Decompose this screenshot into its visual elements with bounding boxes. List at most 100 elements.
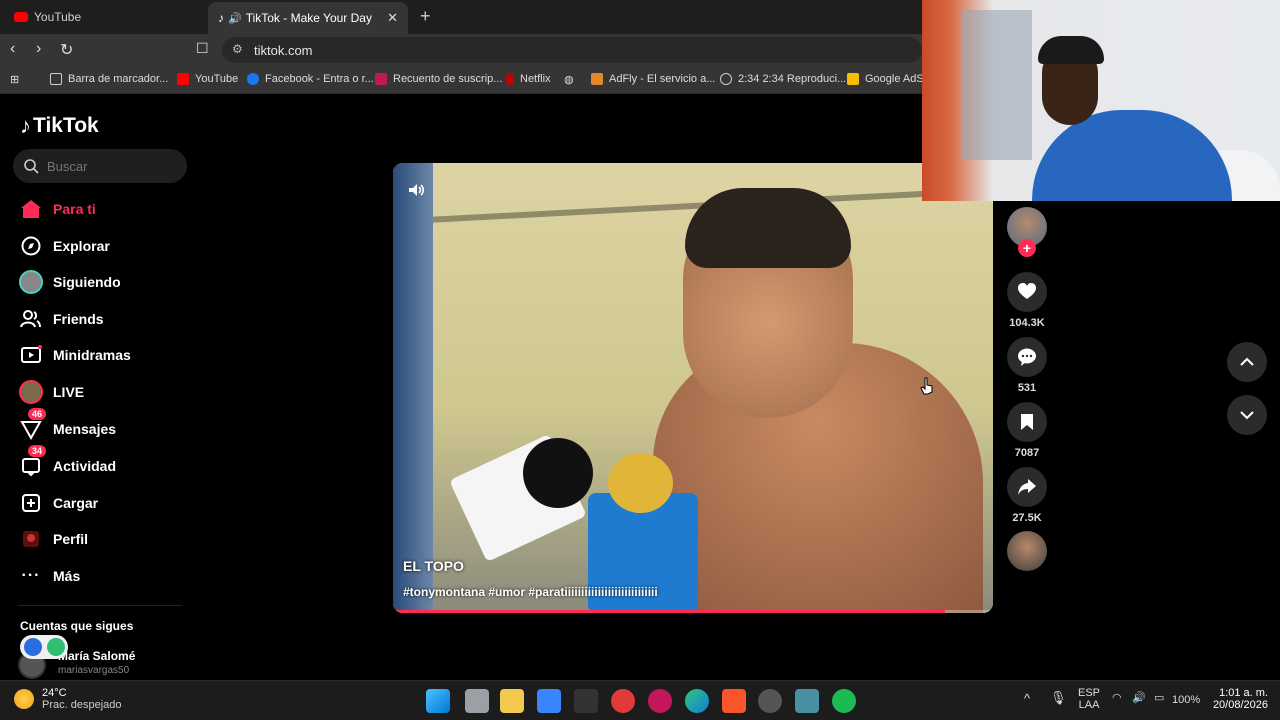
progress-fill: [393, 610, 945, 613]
like-count: 104.3K: [1009, 317, 1045, 329]
wifi-icon[interactable]: ◠: [1112, 691, 1122, 704]
microphone-icon[interactable]: 🎙: [1050, 690, 1067, 706]
facebook-icon: [247, 73, 259, 85]
task-view-icon[interactable]: [465, 689, 489, 713]
upload-icon: [18, 490, 44, 516]
search-box[interactable]: [13, 149, 187, 183]
reload-button[interactable]: ↻: [60, 40, 73, 60]
app-icon[interactable]: [648, 689, 672, 713]
app-icon[interactable]: [795, 689, 819, 713]
edge-icon[interactable]: [685, 689, 709, 713]
activity-badge: 34: [28, 445, 47, 457]
volume-icon[interactable]: 🔊: [1132, 691, 1146, 704]
video-frame: [608, 453, 673, 513]
address-bar[interactable]: ⚙ tiktok.com: [222, 37, 922, 63]
app-icon[interactable]: [574, 689, 598, 713]
nav-para-ti[interactable]: Para ti: [18, 194, 188, 224]
bookmark-item[interactable]: Facebook - Entra o r...: [247, 73, 374, 85]
back-button[interactable]: ‹: [10, 40, 15, 58]
adsense-icon: [847, 73, 859, 85]
nav-live[interactable]: LIVE: [18, 377, 188, 407]
system-clock[interactable]: 1:01 a. m. 20/08/2026: [1208, 687, 1268, 711]
tab-label: YouTube: [34, 10, 82, 24]
friends-icon: [18, 306, 44, 332]
comment-count: 531: [1017, 382, 1037, 394]
nav-perfil[interactable]: Perfil: [18, 524, 188, 554]
chevron-up-icon[interactable]: ^: [1024, 691, 1030, 706]
extension-pill[interactable]: [20, 635, 68, 659]
weather-widget[interactable]: 24°C Prac. despejado: [14, 687, 122, 711]
comment-button[interactable]: [1007, 337, 1047, 377]
profile-icon: [18, 526, 44, 552]
next-video-button[interactable]: [1227, 395, 1267, 435]
site-info-icon[interactable]: ⚙: [232, 42, 243, 56]
nav-friends[interactable]: Friends: [18, 304, 188, 334]
save-button[interactable]: [1007, 402, 1047, 442]
webcam-person: [1038, 36, 1104, 64]
url-text: tiktok.com: [254, 42, 313, 58]
share-count: 27.5K: [1012, 512, 1042, 524]
globe-icon[interactable]: ◍: [564, 73, 574, 86]
tab-youtube[interactable]: YouTube: [4, 4, 204, 30]
tiktok-icon: ♪: [218, 11, 224, 25]
hand-cursor-icon: [920, 377, 933, 395]
webcam-overlay: [922, 0, 1280, 201]
messages-badge: 46: [28, 408, 47, 420]
save-count: 7087: [1014, 447, 1040, 459]
start-icon[interactable]: [426, 689, 450, 713]
bookmark-item[interactable]: Google AdSe: [847, 73, 930, 85]
app-icon[interactable]: [611, 689, 635, 713]
share-button[interactable]: [1007, 467, 1047, 507]
follow-plus-icon[interactable]: +: [1018, 239, 1036, 257]
bookmark-item[interactable]: 2:34 2:34 Reproduci...: [720, 73, 846, 85]
bookmark-icon[interactable]: ☐: [196, 40, 209, 57]
netflix-icon: [506, 73, 514, 85]
search-input[interactable]: [47, 158, 167, 174]
video-player[interactable]: EL TOPO #tonymontana #umor #paratiiiiiii…: [393, 163, 993, 613]
app-icon[interactable]: [758, 689, 782, 713]
nav-explorar[interactable]: Explorar: [18, 231, 188, 261]
video-progress-bar[interactable]: [393, 610, 993, 613]
forward-button[interactable]: ›: [36, 40, 41, 58]
nav-minidramas[interactable]: Minidramas: [18, 340, 188, 370]
spotify-icon[interactable]: [832, 689, 856, 713]
adfly-icon: [591, 73, 603, 85]
following-accounts-title: Cuentas que sigues: [20, 619, 134, 633]
music-disc[interactable]: [1007, 531, 1047, 571]
battery-icon[interactable]: ▭: [1154, 691, 1164, 704]
nav-cargar[interactable]: Cargar: [18, 488, 188, 518]
nav-actividad[interactable]: 34 Actividad: [18, 445, 188, 481]
video-author[interactable]: EL TOPO: [403, 558, 464, 574]
file-explorer-icon[interactable]: [500, 689, 524, 713]
new-tab-button[interactable]: +: [420, 6, 431, 27]
tiktok-logo[interactable]: ♪ TikTok: [20, 113, 99, 139]
language-indicator[interactable]: ESP LAA: [1078, 687, 1100, 711]
bookmark-icon: [1021, 414, 1033, 430]
bookmark-item[interactable]: YouTube: [177, 73, 238, 85]
more-icon: ···: [21, 567, 41, 584]
brave-icon[interactable]: [722, 689, 746, 713]
video-caption[interactable]: #tonymontana #umor #paratiiiiiiiiiiiiiii…: [403, 585, 658, 599]
nav-mas[interactable]: ··· Más: [18, 561, 188, 591]
store-icon[interactable]: [537, 689, 561, 713]
tab-tiktok[interactable]: ♪ 🔊 TikTok - Make Your Day ✕: [208, 2, 408, 34]
bookmark-item[interactable]: Recuento de suscrip...: [375, 73, 502, 85]
apps-icon[interactable]: ⊞: [10, 73, 19, 86]
bookmark-item[interactable]: Netflix: [506, 73, 551, 85]
bookmark-item[interactable]: AdFly - El servicio a...: [591, 73, 715, 85]
close-icon[interactable]: ✕: [387, 10, 398, 26]
webcam-background: [962, 10, 1032, 160]
volume-icon[interactable]: [407, 181, 425, 199]
account-name: María Salomé: [58, 649, 136, 663]
previous-video-button[interactable]: [1227, 342, 1267, 382]
windows-taskbar: 24°C Prac. despejado ^ 🎙 ESP LAA ◠ 🔊 ▭ 1…: [0, 680, 1280, 720]
like-button[interactable]: [1007, 272, 1047, 312]
youtube-icon: [14, 12, 28, 22]
nav-siguiendo[interactable]: Siguiendo: [18, 267, 188, 297]
battery-percent: 100%: [1172, 694, 1201, 706]
weather-icon: [14, 689, 34, 709]
share-icon: [1018, 479, 1036, 495]
bookmark-item[interactable]: Barra de marcador...: [50, 73, 168, 85]
chevron-down-icon: [1240, 411, 1254, 420]
nav-mensajes[interactable]: 46 Mensajes: [18, 408, 188, 444]
